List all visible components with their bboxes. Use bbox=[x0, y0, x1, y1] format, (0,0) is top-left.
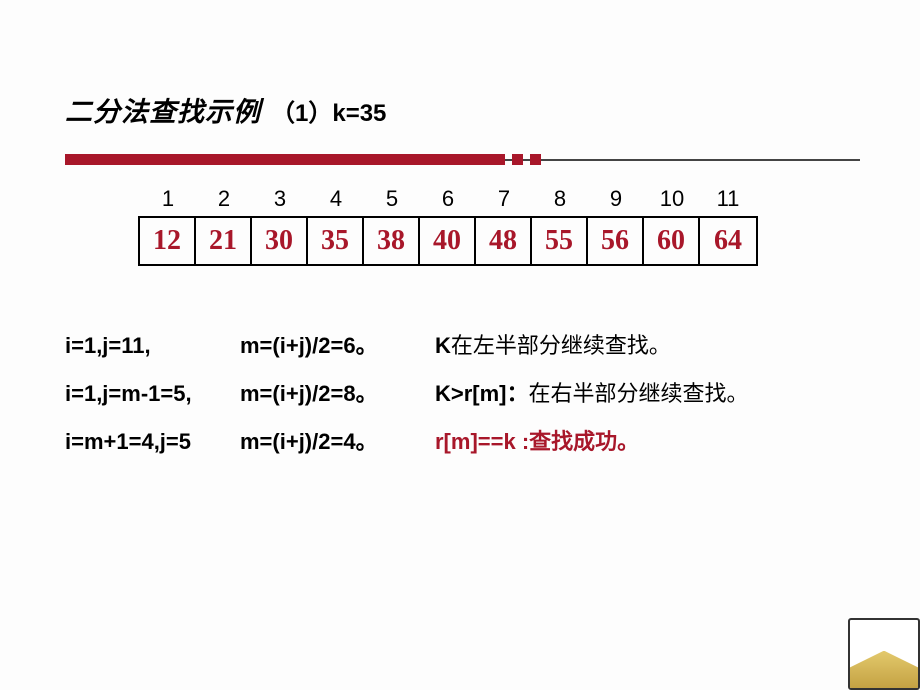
index-cell: 10 bbox=[644, 186, 700, 212]
corner-decoration bbox=[848, 618, 920, 690]
step-mid: m=(i+j)/2=6。 bbox=[240, 328, 435, 360]
index-cell: 6 bbox=[420, 186, 476, 212]
title-main: 二分法查找示例 bbox=[65, 90, 261, 129]
array-indices: 1234567891011 bbox=[140, 186, 870, 212]
index-cell: 2 bbox=[196, 186, 252, 212]
step-condition: K>r[m]： bbox=[435, 381, 529, 406]
array-cell: 35 bbox=[308, 218, 364, 264]
array-cell: 40 bbox=[420, 218, 476, 264]
step-description: 在右半部分继续查找。 bbox=[529, 381, 749, 406]
index-cell: 11 bbox=[700, 186, 756, 212]
divider-decoration bbox=[65, 154, 870, 168]
step-row: i=m+1=4,j=5m=(i+j)/2=4。r[m]==k :查找成功。 bbox=[65, 424, 870, 456]
step-left: i=1,j=11, bbox=[65, 333, 240, 359]
array-cell: 12 bbox=[140, 218, 196, 264]
index-cell: 5 bbox=[364, 186, 420, 212]
step-row: i=1,j=m-1=5,m=(i+j)/2=8。K>r[m]：在右半部分继续查找… bbox=[65, 376, 870, 408]
step-mid: m=(i+j)/2=8。 bbox=[240, 376, 435, 408]
array-cell: 21 bbox=[196, 218, 252, 264]
step-mid: m=(i+j)/2=4。 bbox=[240, 424, 435, 456]
step-result-red: r[m]==k :查找成功。 bbox=[435, 429, 639, 454]
step-right: K在左半部分继续查找。 bbox=[435, 328, 870, 360]
index-cell: 9 bbox=[588, 186, 644, 212]
step-condition: K在左半部分继续查找。 bbox=[435, 333, 671, 358]
array-cell: 60 bbox=[644, 218, 700, 264]
index-cell: 3 bbox=[252, 186, 308, 212]
step-left: i=1,j=m-1=5, bbox=[65, 381, 240, 407]
array-cell: 56 bbox=[588, 218, 644, 264]
step-right: K>r[m]：在右半部分继续查找。 bbox=[435, 376, 870, 408]
array-cell: 48 bbox=[476, 218, 532, 264]
array-cell: 64 bbox=[700, 218, 756, 264]
array-cell: 55 bbox=[532, 218, 588, 264]
array-cell: 38 bbox=[364, 218, 420, 264]
slide-title: 二分法查找示例 （1）k=35 bbox=[65, 90, 870, 129]
step-left: i=m+1=4,j=5 bbox=[65, 429, 240, 455]
index-cell: 4 bbox=[308, 186, 364, 212]
index-cell: 7 bbox=[476, 186, 532, 212]
index-cell: 1 bbox=[140, 186, 196, 212]
steps-container: i=1,j=11,m=(i+j)/2=6。K在左半部分继续查找。 i=1,j=m-… bbox=[65, 328, 870, 456]
index-cell: 8 bbox=[532, 186, 588, 212]
step-description: 在左半部分继续查找。 bbox=[451, 333, 671, 358]
step-row: i=1,j=11,m=(i+j)/2=6。K在左半部分继续查找。 bbox=[65, 328, 870, 360]
array-values: 1221303538404855566064 bbox=[138, 216, 758, 266]
title-sub: （1）k=35 bbox=[271, 93, 386, 128]
step-right: r[m]==k :查找成功。 bbox=[435, 424, 870, 456]
array-cell: 30 bbox=[252, 218, 308, 264]
